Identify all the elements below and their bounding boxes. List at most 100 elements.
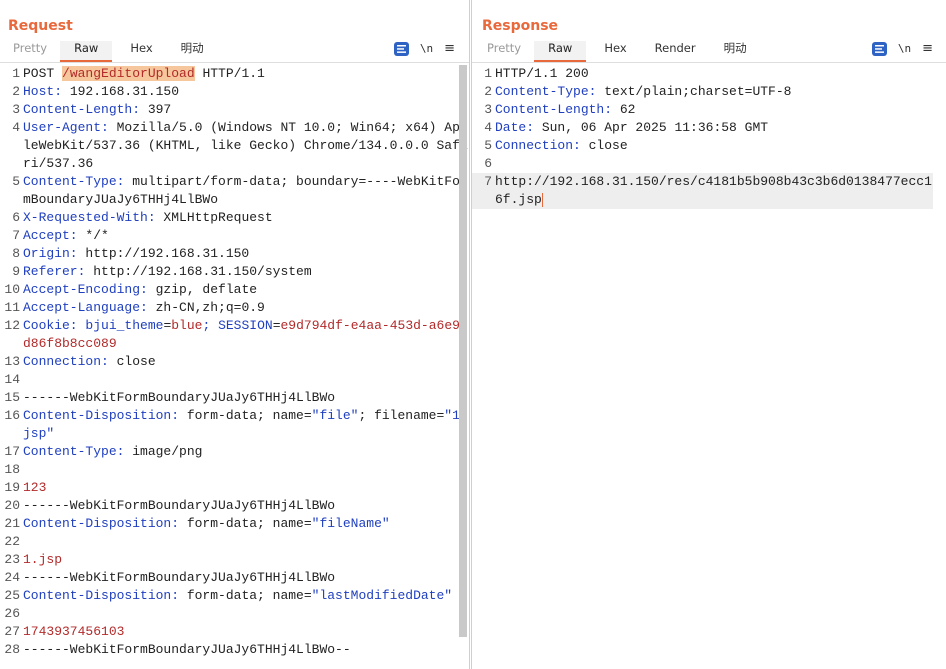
code-token: form-data; name=: [179, 588, 312, 603]
code-line[interactable]: 13 Connection: close: [0, 353, 469, 371]
code-line[interactable]: 1 HTTP/1.1 200: [472, 65, 933, 83]
code-line[interactable]: 14: [0, 371, 469, 389]
code-token: gzip, deflate: [147, 282, 258, 297]
line-text: Connection: close: [495, 137, 628, 155]
line-text: Referer: http://192.168.31.150/system: [23, 263, 312, 281]
code-token: Content-Length:: [23, 102, 141, 117]
code-token: Content-Type:: [23, 444, 125, 459]
code-line[interactable]: 26: [0, 605, 469, 623]
line-number: 11: [4, 300, 20, 315]
code-line[interactable]: 10 Accept-Encoding: gzip, deflate: [0, 281, 469, 299]
code-line[interactable]: 5 Content-Type: multipart/form-data; boun…: [0, 173, 469, 209]
line-text: X-Requested-With: XMLHttpRequest: [23, 209, 273, 227]
code-line[interactable]: 23 1.jsp: [0, 551, 469, 569]
tab-inspector[interactable]: 明动: [714, 41, 757, 62]
code-token: Connection:: [495, 138, 581, 153]
code-token: Content-Disposition:: [23, 516, 180, 531]
code-line[interactable]: 24 ------WebKitFormBoundaryJUaJy6THHj4LlB…: [0, 569, 469, 587]
code-line[interactable]: 9 Referer: http://192.168.31.150/system: [0, 263, 469, 281]
tab-inspector[interactable]: 明动: [171, 41, 214, 62]
code-token: ; filename=: [358, 408, 445, 423]
code-token: XMLHttpRequest: [155, 210, 273, 225]
code-line[interactable]: 21 Content-Disposition: form-data; name="…: [0, 515, 469, 533]
menu-icon[interactable]: ≡: [444, 41, 455, 56]
code-token: close: [108, 354, 156, 369]
code-line[interactable]: 2 Host: 192.168.31.150: [0, 83, 469, 101]
line-text: HTTP/1.1 200: [495, 65, 589, 83]
line-text: Content-Type: text/plain;charset=UTF-8: [495, 83, 791, 101]
response-tabs: Pretty Raw Hex Render 明动: [474, 41, 757, 62]
menu-icon[interactable]: ≡: [922, 41, 933, 56]
code-token: 1.jsp: [23, 552, 63, 567]
code-line[interactable]: 6 X-Requested-With: XMLHttpRequest: [0, 209, 469, 227]
code-token: image/png: [124, 444, 203, 459]
code-line[interactable]: 19 123: [0, 479, 469, 497]
code-line[interactable]: 8 Origin: http://192.168.31.150: [0, 245, 469, 263]
code-token: HTTP/1.1 200: [495, 66, 589, 81]
line-number: 3: [12, 102, 20, 117]
line-number: 3: [484, 102, 492, 117]
line-text: 1743937456103: [23, 623, 124, 641]
code-line[interactable]: 15 ------WebKitFormBoundaryJUaJy6THHj4LlB…: [0, 389, 469, 407]
code-line[interactable]: 3 Content-Length: 62: [472, 101, 933, 119]
code-token: form-data; name=: [179, 408, 312, 423]
code-line[interactable]: 11 Accept-Language: zh-CN,zh;q=0.9: [0, 299, 469, 317]
code-token: Sun, 06 Apr 2025 11:36:58 GMT: [534, 120, 769, 135]
code-line[interactable]: 18: [0, 461, 469, 479]
code-line[interactable]: 2 Content-Type: text/plain;charset=UTF-8: [472, 83, 933, 101]
code-line[interactable]: 12 Cookie: bjui_theme=blue; SESSION=e9d79…: [0, 317, 469, 353]
line-number: 6: [12, 210, 20, 225]
tab-hex[interactable]: Hex: [586, 41, 644, 62]
line-text: http://192.168.31.150/res/c4181b5b908b43…: [495, 173, 933, 209]
code-line[interactable]: 7 http://192.168.31.150/res/c4181b5b908b4…: [472, 173, 933, 209]
line-number: 7: [12, 228, 20, 243]
code-line[interactable]: 16 Content-Disposition: form-data; name="…: [0, 407, 469, 443]
line-text: Date: Sun, 06 Apr 2025 11:36:58 GMT: [495, 119, 768, 137]
code-token: Host:: [23, 84, 63, 99]
tab-hex[interactable]: Hex: [112, 41, 170, 62]
response-editor[interactable]: 1 HTTP/1.1 200 2 Content-Type: text/plain;c…: [472, 65, 933, 669]
line-number: 5: [484, 138, 492, 153]
request-toolbar: \n ≡: [393, 41, 455, 56]
line-text: Origin: http://192.168.31.150: [23, 245, 249, 263]
tab-pretty[interactable]: Pretty: [0, 41, 60, 62]
code-token: =: [272, 318, 281, 333]
code-line[interactable]: 20 ------WebKitFormBoundaryJUaJy6THHj4LlB…: [0, 497, 469, 515]
request-title: Request: [8, 18, 73, 34]
line-number: 19: [4, 480, 20, 495]
code-line[interactable]: 4 Date: Sun, 06 Apr 2025 11:36:58 GMT: [472, 119, 933, 137]
code-line[interactable]: 3 Content-Length: 397: [0, 101, 469, 119]
line-text: Content-Disposition: form-data; name="la…: [23, 587, 452, 605]
code-line[interactable]: 25 Content-Disposition: form-data; name="…: [0, 587, 469, 605]
code-line[interactable]: 1 POST /wangEditorUpload HTTP/1.1: [0, 65, 469, 83]
wrap-toggle-icon[interactable]: [393, 41, 409, 56]
code-token: ; SESSION: [202, 318, 273, 333]
code-line[interactable]: 17 Content-Type: image/png: [0, 443, 469, 461]
code-line[interactable]: 6: [472, 155, 933, 173]
code-token: 397: [140, 102, 172, 117]
tab-raw[interactable]: Raw: [534, 41, 587, 62]
tab-raw[interactable]: Raw: [60, 41, 113, 62]
code-line[interactable]: 22: [0, 533, 469, 551]
line-number: 2: [12, 84, 20, 99]
line-number: 22: [4, 534, 20, 549]
line-number: 6: [484, 156, 492, 171]
tab-pretty[interactable]: Pretty: [474, 41, 534, 62]
line-text: Accept: */*: [23, 227, 109, 245]
code-line[interactable]: 4 User-Agent: Mozilla/5.0 (Windows NT 10.…: [0, 119, 469, 173]
newline-toggle-icon[interactable]: \n: [898, 42, 911, 55]
code-line[interactable]: 5 Connection: close: [472, 137, 933, 155]
newline-toggle-icon[interactable]: \n: [420, 42, 433, 55]
request-tab-divider: [0, 62, 469, 63]
wrap-toggle-icon[interactable]: [871, 41, 887, 56]
line-number: 10: [4, 282, 20, 297]
tab-render[interactable]: Render: [645, 41, 714, 62]
code-token: http://192.168.31.150/system: [85, 264, 312, 279]
request-editor[interactable]: 1 POST /wangEditorUpload HTTP/1.1 2 Host: 1…: [0, 65, 469, 669]
line-text: Accept-Encoding: gzip, deflate: [23, 281, 257, 299]
code-line[interactable]: 27 1743937456103: [0, 623, 469, 641]
line-number: 7: [484, 174, 492, 189]
request-scrollbar[interactable]: [459, 65, 467, 637]
code-line[interactable]: 28 ------WebKitFormBoundaryJUaJy6THHj4LlB…: [0, 641, 469, 659]
code-line[interactable]: 7 Accept: */*: [0, 227, 469, 245]
